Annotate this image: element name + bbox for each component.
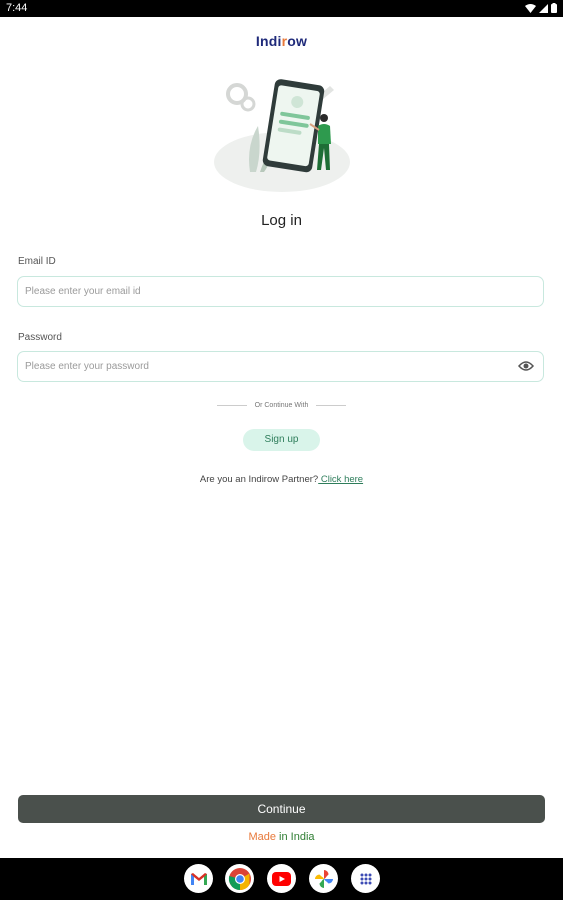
password-field-container [17,351,544,382]
continue-with-divider: Or Continue With [0,402,563,409]
password-label: Password [18,332,62,343]
gmail-icon[interactable] [184,864,213,893]
email-label: Email ID [18,256,56,267]
partner-click-here-link[interactable]: Click here [318,474,363,485]
divider-line-right [316,405,347,406]
navigation-dock [0,858,563,900]
signup-button[interactable]: Sign up [243,429,320,451]
status-time: 7:44 [6,2,28,14]
youtube-icon[interactable] [267,864,296,893]
continue-button[interactable]: Continue [18,795,545,823]
footer-in-india: in India [276,831,315,843]
indirow-logo: Indirow [0,33,563,49]
logo-text-part3: ow [287,33,308,49]
apps-icon[interactable] [351,864,380,893]
login-illustration [214,79,350,192]
partner-prompt: Are you an Indirow Partner? Click here [0,474,563,485]
divider-line-left [216,405,247,406]
made-in-india-footer: Made in India [0,831,563,843]
divider-text: Or Continue With [254,402,309,409]
cellular-icon [539,3,548,13]
footer-made: Made [248,831,276,843]
status-bar: 7:44 [0,0,563,17]
eye-icon[interactable] [518,360,534,372]
partner-question: Are you an Indirow Partner? [199,474,319,485]
wifi-icon [525,3,536,13]
status-icons [525,3,557,13]
logo-text-part1: Indi [255,33,282,49]
photos-icon[interactable] [309,864,338,893]
email-input[interactable] [18,277,505,306]
email-field-container [17,276,544,307]
battery-icon [551,3,557,13]
password-input[interactable] [18,352,505,381]
page-title: Log in [261,212,302,229]
chrome-icon[interactable] [225,864,254,893]
